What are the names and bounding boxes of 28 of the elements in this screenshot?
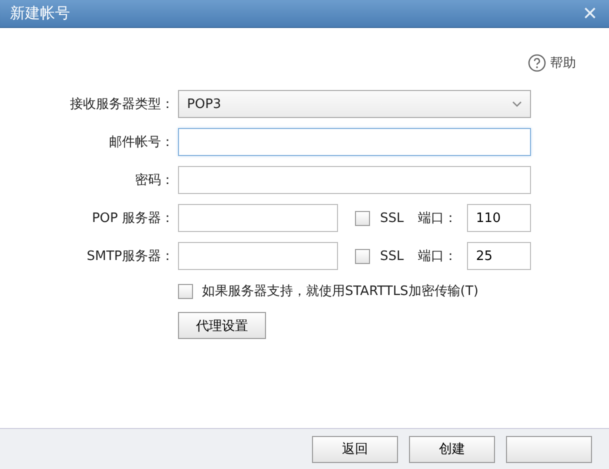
password-field[interactable] <box>178 166 531 194</box>
field-label: SMTP服务器： <box>86 248 175 265</box>
proxy-settings-button[interactable]: 代理设置 <box>178 312 266 339</box>
field-label: 接收服务器类型： <box>69 96 175 113</box>
starttls-label: 如果服务器支持，就使用STARTTLS加密传输(T) <box>202 283 478 300</box>
dialog-button[interactable]: 返回 <box>312 436 398 462</box>
window-title: 新建帐号 <box>10 4 70 23</box>
server-field[interactable] <box>178 204 338 232</box>
field-label: 密码： <box>134 172 175 189</box>
port-field[interactable]: 25 <box>467 242 531 270</box>
checkbox[interactable] <box>355 248 370 264</box>
ssl-label: SSL <box>380 248 404 264</box>
field-label: POP 服务器： <box>90 210 175 227</box>
server-type-dropdown[interactable]: POP3 <box>178 90 531 118</box>
chevron-icon <box>512 101 522 107</box>
port-label: 端口： <box>418 248 457 265</box>
server-field[interactable] <box>178 242 338 270</box>
account-field[interactable] <box>178 128 531 156</box>
dialog-button[interactable] <box>506 436 592 462</box>
dialog-button[interactable]: 创建 <box>409 436 495 462</box>
help-link[interactable]: 帮助 <box>528 54 576 72</box>
port-field[interactable]: 110 <box>467 204 531 232</box>
checkbox[interactable] <box>178 284 193 298</box>
field-label: 邮件帐号： <box>108 134 175 151</box>
ssl-label: SSL <box>380 210 404 226</box>
checkbox[interactable] <box>355 210 370 226</box>
help-icon <box>528 54 546 72</box>
port-label: 端口： <box>418 210 457 227</box>
